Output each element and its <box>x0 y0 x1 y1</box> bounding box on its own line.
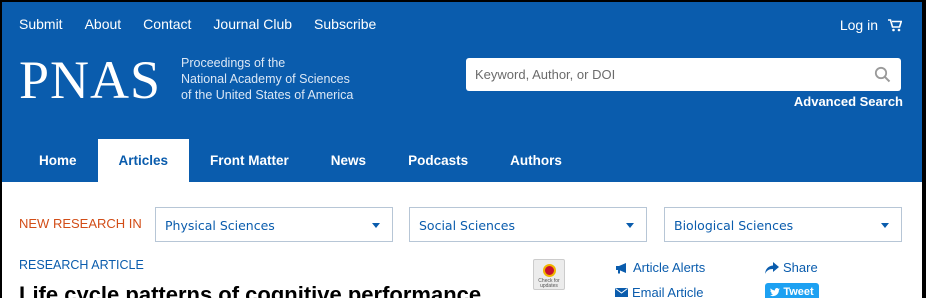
account-area: Log in <box>840 17 902 33</box>
twitter-bird-icon <box>770 287 781 296</box>
envelope-icon <box>615 288 628 297</box>
select-value: Physical Sciences <box>165 218 275 233</box>
site-header: Submit About Contact Journal Club Subscr… <box>2 2 922 182</box>
nav-subscribe[interactable]: Subscribe <box>314 16 376 32</box>
search-input[interactable] <box>466 58 856 91</box>
page: Submit About Contact Journal Club Subscr… <box>2 2 922 298</box>
tagline-line: of the United States of America <box>181 88 354 102</box>
nav-contact[interactable]: Contact <box>143 16 191 32</box>
crossmark-icon <box>543 264 556 277</box>
tab-news[interactable]: News <box>310 139 387 182</box>
select-value: Social Sciences <box>419 218 516 233</box>
nav-about[interactable]: About <box>85 16 122 32</box>
tab-articles[interactable]: Articles <box>97 139 190 182</box>
megaphone-icon <box>616 262 626 273</box>
tagline-line: Proceedings of the <box>181 56 286 70</box>
tab-authors[interactable]: Authors <box>489 139 583 182</box>
article-alerts-link[interactable]: Article Alerts <box>615 260 705 275</box>
tab-front-matter[interactable]: Front Matter <box>189 139 310 182</box>
email-article-link[interactable]: Email Article <box>615 285 704 298</box>
check-for-updates-badge[interactable]: Check for updates <box>533 259 565 290</box>
article-title: Life cycle patterns of cognitive perform… <box>19 282 482 298</box>
nav-journal-club[interactable]: Journal Club <box>213 16 292 32</box>
utility-nav: Submit About Contact Journal Club Subscr… <box>19 16 398 32</box>
tagline-line: National Academy of Sciences <box>181 72 350 86</box>
badge-label: Check for updates <box>538 278 560 289</box>
article-alerts-label: Article Alerts <box>633 260 706 275</box>
tab-home[interactable]: Home <box>18 139 98 182</box>
pnas-logo[interactable]: PNAS <box>19 52 161 108</box>
share-label: Share <box>783 260 818 275</box>
nav-submit[interactable]: Submit <box>19 16 63 32</box>
main-tabs: Home Articles Front Matter News Podcasts… <box>18 139 583 182</box>
login-link[interactable]: Log in <box>840 17 878 33</box>
article-type-label: RESEARCH ARTICLE <box>19 258 144 272</box>
share-icon <box>765 261 779 274</box>
chevron-down-icon <box>372 223 380 228</box>
logo-tagline: Proceedings of the National Academy of S… <box>181 55 381 103</box>
advanced-search-link[interactable]: Advanced Search <box>794 94 903 109</box>
chevron-down-icon <box>881 223 889 228</box>
tweet-button[interactable]: Tweet <box>765 283 819 298</box>
biological-sciences-select[interactable]: Biological Sciences <box>664 207 902 242</box>
search-icon[interactable] <box>874 66 891 83</box>
tweet-label: Tweet <box>783 286 814 298</box>
share-link[interactable]: Share <box>765 260 818 275</box>
select-value: Biological Sciences <box>674 218 794 233</box>
social-sciences-select[interactable]: Social Sciences <box>409 207 647 242</box>
new-research-label: NEW RESEARCH IN <box>19 216 142 231</box>
email-article-label: Email Article <box>632 285 704 298</box>
tab-podcasts[interactable]: Podcasts <box>387 139 489 182</box>
chevron-down-icon <box>626 223 634 228</box>
search-box <box>466 58 901 91</box>
cart-icon[interactable] <box>888 18 902 32</box>
physical-sciences-select[interactable]: Physical Sciences <box>155 207 393 242</box>
